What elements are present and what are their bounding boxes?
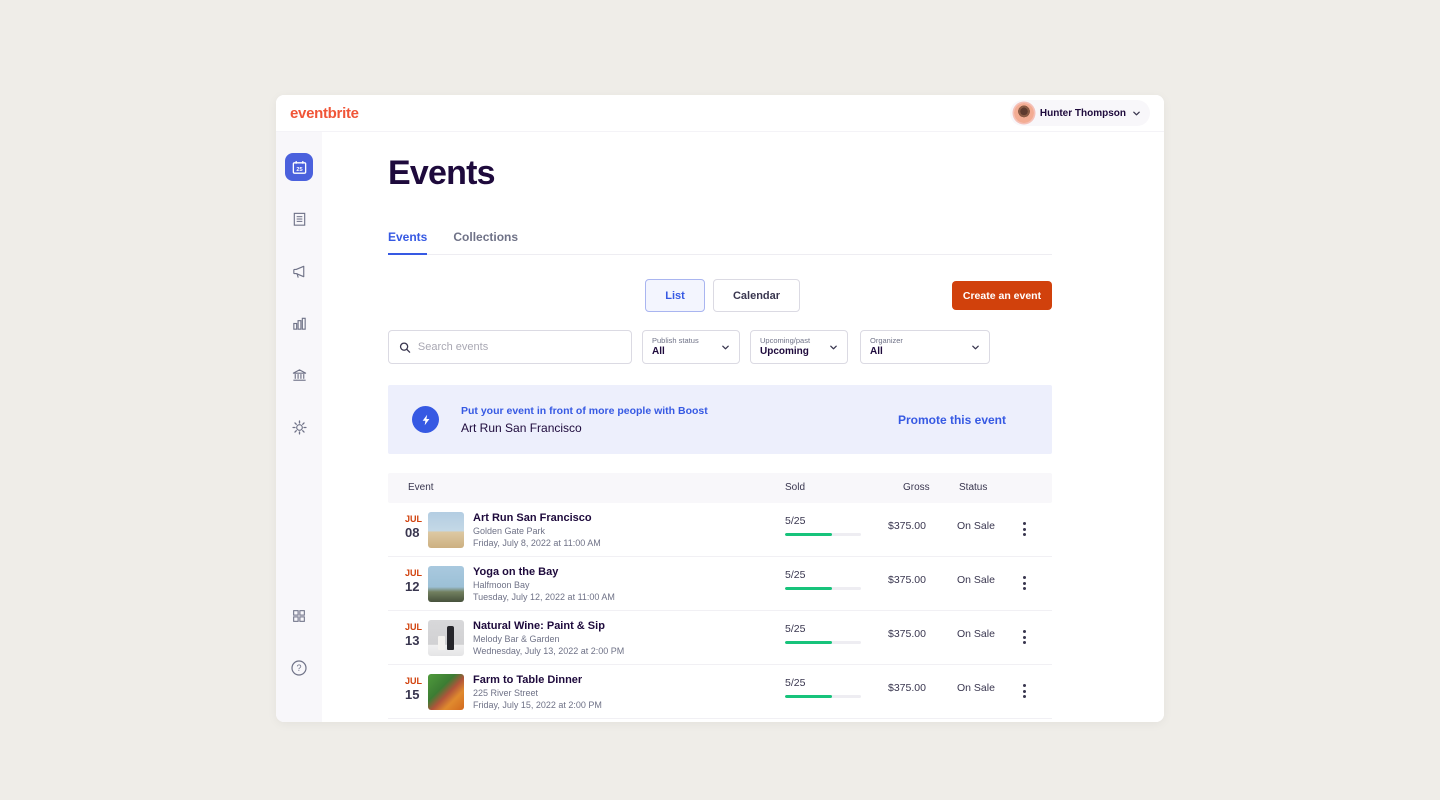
sidebar-item-help[interactable]: ? xyxy=(285,654,313,682)
row-actions-button[interactable] xyxy=(1016,572,1032,594)
status-label: On Sale xyxy=(957,574,995,586)
bank-icon xyxy=(291,367,308,384)
user-name: Hunter Thompson xyxy=(1040,108,1126,119)
user-avatar xyxy=(1014,103,1034,123)
promote-event-link[interactable]: Promote this event xyxy=(898,413,1028,427)
bar-chart-icon xyxy=(291,315,308,332)
tab-bar: Events Collections xyxy=(388,230,1052,255)
status-label: On Sale xyxy=(957,628,995,640)
boost-banner: Put your event in front of more people w… xyxy=(388,385,1052,454)
svg-text:25: 25 xyxy=(296,166,302,172)
gross-amount: $375.00 xyxy=(888,682,926,694)
row-actions-button[interactable] xyxy=(1016,680,1032,702)
table-row[interactable]: JUL Midnight Rooftop Meditation 5/25 xyxy=(388,719,1052,722)
event-datetime: Friday, July 8, 2022 at 11:00 AM xyxy=(473,537,601,549)
table-header: Event Sold Gross Status xyxy=(388,473,1052,503)
calendar-view-button[interactable]: Calendar xyxy=(713,279,800,312)
search-box xyxy=(388,330,632,364)
upcoming-past-dropdown[interactable]: Upcoming/past Upcoming xyxy=(750,330,848,364)
sidebar-item-finance[interactable] xyxy=(285,361,313,389)
event-thumbnail xyxy=(428,566,464,602)
organizer-dropdown[interactable]: Organizer All xyxy=(860,330,990,364)
main-area: Events Events Collections List Calendar … xyxy=(322,132,1164,722)
sidebar-item-marketing[interactable] xyxy=(285,257,313,285)
table-row[interactable]: JUL 08 Art Run San Francisco Golden Gate… xyxy=(388,503,1052,557)
megaphone-icon xyxy=(291,263,308,280)
sidebar-item-orders[interactable] xyxy=(285,205,313,233)
status-label: On Sale xyxy=(957,682,995,694)
gross-amount: $375.00 xyxy=(888,520,926,532)
table-row[interactable]: JUL 13 Natural Wine: Paint & Sip Melody … xyxy=(388,611,1052,665)
event-title[interactable]: Natural Wine: Paint & Sip xyxy=(473,619,624,633)
sidebar: 25 xyxy=(276,132,322,722)
chevron-down-icon xyxy=(829,343,838,352)
event-thumbnail xyxy=(428,620,464,656)
page-title: Events xyxy=(388,154,495,193)
event-datetime: Tuesday, July 12, 2022 at 11:00 AM xyxy=(473,591,615,603)
filter-row: Publish status All Upcoming/past Upcomin… xyxy=(388,330,1052,364)
sold-progress xyxy=(785,533,861,536)
top-bar: eventbrite Hunter Thompson xyxy=(276,95,1164,132)
event-title[interactable]: Art Run San Francisco xyxy=(473,511,601,525)
search-input[interactable] xyxy=(418,341,621,353)
boost-bolt-badge xyxy=(412,406,439,433)
orders-icon xyxy=(291,211,308,228)
event-venue: Halfmoon Bay xyxy=(473,579,615,591)
list-view-button[interactable]: List xyxy=(645,279,705,312)
event-venue: Golden Gate Park xyxy=(473,525,601,537)
eventbrite-logo[interactable]: eventbrite xyxy=(290,105,359,122)
apps-grid-icon xyxy=(291,608,307,624)
help-icon: ? xyxy=(290,659,308,677)
sold-count: 5/25 xyxy=(785,677,861,689)
event-datetime: Wednesday, July 13, 2022 at 2:00 PM xyxy=(473,645,624,657)
row-actions-button[interactable] xyxy=(1016,518,1032,540)
table-row[interactable]: JUL 12 Yoga on the Bay Halfmoon Bay Tues… xyxy=(388,557,1052,611)
event-title[interactable]: Farm to Table Dinner xyxy=(473,673,602,687)
gross-amount: $375.00 xyxy=(888,628,926,640)
user-menu[interactable]: Hunter Thompson xyxy=(1010,100,1150,126)
column-header-sold: Sold xyxy=(785,482,805,493)
event-thumbnail xyxy=(428,674,464,710)
row-actions-button[interactable] xyxy=(1016,626,1032,648)
gross-amount: $375.00 xyxy=(888,574,926,586)
svg-text:?: ? xyxy=(296,663,301,673)
table-row[interactable]: JUL 15 Farm to Table Dinner 225 River St… xyxy=(388,665,1052,719)
sold-progress xyxy=(785,695,861,698)
event-title[interactable]: Yoga on the Bay xyxy=(473,565,615,579)
event-thumbnail xyxy=(428,512,464,548)
sidebar-item-settings[interactable] xyxy=(285,413,313,441)
sold-count: 5/25 xyxy=(785,623,861,635)
sold-count: 5/25 xyxy=(785,569,861,581)
sold-progress xyxy=(785,641,861,644)
column-header-status: Status xyxy=(959,482,987,493)
boost-headline: Put your event in front of more people w… xyxy=(461,405,708,417)
gear-icon xyxy=(291,419,308,436)
view-toggle-row: List Calendar Create an event xyxy=(388,279,1052,313)
lightning-bolt-icon xyxy=(420,414,432,426)
search-icon xyxy=(399,341,411,354)
sold-progress xyxy=(785,587,861,590)
app-window: eventbrite Hunter Thompson 25 xyxy=(276,95,1164,722)
sold-count: 5/25 xyxy=(785,515,861,527)
chevron-down-icon xyxy=(721,343,730,352)
column-header-event: Event xyxy=(408,482,434,493)
sidebar-item-events[interactable]: 25 xyxy=(285,153,313,181)
event-venue: Melody Bar & Garden xyxy=(473,633,624,645)
publish-status-dropdown[interactable]: Publish status All xyxy=(642,330,740,364)
tab-collections[interactable]: Collections xyxy=(453,230,518,254)
chevron-down-icon xyxy=(1132,109,1141,118)
chevron-down-icon xyxy=(971,343,980,352)
tab-events[interactable]: Events xyxy=(388,230,427,255)
sidebar-item-apps[interactable] xyxy=(285,602,313,630)
event-datetime: Friday, July 15, 2022 at 2:00 PM xyxy=(473,699,602,711)
calendar-icon: 25 xyxy=(291,159,308,176)
status-label: On Sale xyxy=(957,520,995,532)
column-header-gross: Gross xyxy=(903,482,930,493)
sidebar-item-reports[interactable] xyxy=(285,309,313,337)
event-venue: 225 River Street xyxy=(473,687,602,699)
boost-event-name: Art Run San Francisco xyxy=(461,421,708,435)
create-event-button[interactable]: Create an event xyxy=(952,281,1052,310)
event-list: JUL 08 Art Run San Francisco Golden Gate… xyxy=(388,503,1052,722)
